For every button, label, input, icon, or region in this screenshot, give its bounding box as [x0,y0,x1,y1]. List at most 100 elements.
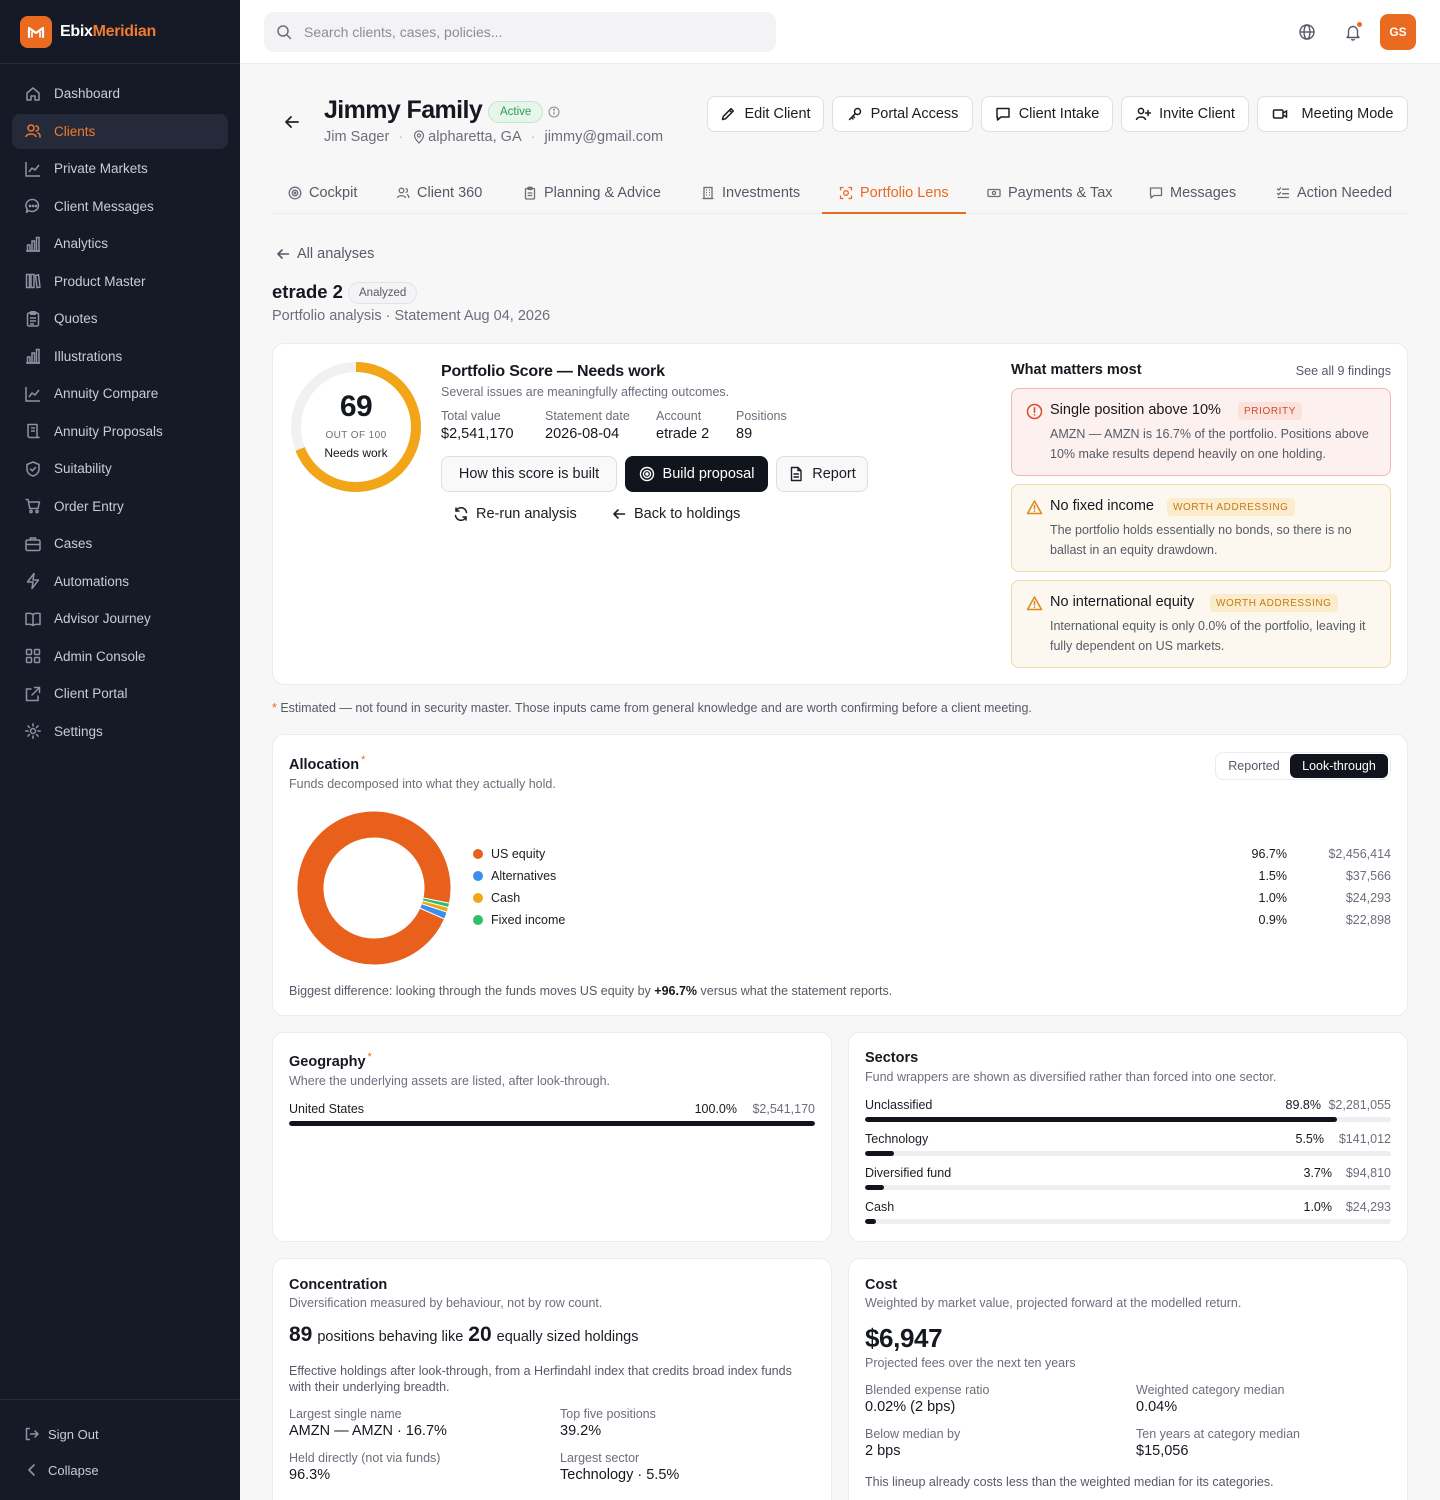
sidebar-item-label: Clients [54,123,96,139]
bar-amount: $24,293 [1345,1200,1391,1214]
allocation-view-toggle: Reported Look-through [1215,752,1391,780]
invite-client-label: Invite Client [1159,106,1235,122]
chat-icon [24,197,42,215]
tab-investments[interactable]: Investments [701,172,800,214]
stat-value: Technology · 5.5% [560,1467,680,1483]
tab-client-360[interactable]: Client 360 [396,172,482,214]
collapse-label: Collapse [48,1462,99,1478]
sidebar-item-label: Dashboard [54,86,121,101]
sidebar-item-settings[interactable]: Settings [12,714,228,749]
sidebar-item-admin-console[interactable]: Admin Console [12,639,228,674]
all-analyses-label: All analyses [297,246,375,262]
back-button[interactable] [280,110,304,134]
portal-access-button[interactable]: Portal Access [832,96,973,132]
report-label: Report [812,466,856,482]
client-location: alpharetta, GA [428,129,522,145]
search-input[interactable] [304,24,744,40]
build-proposal-button[interactable]: Build proposal [625,456,768,492]
invite-client-button[interactable]: Invite Client [1121,96,1249,132]
sign-out-button[interactable]: Sign Out [0,1416,240,1452]
map-pin-icon [414,130,425,144]
edit-client-button[interactable]: Edit Client [707,96,824,132]
target-icon [639,466,654,482]
finding-card-worth-addressing[interactable]: No international equity WORTH ADDRESSING… [1011,580,1391,668]
stat-value: 39.2% [560,1423,602,1439]
info-icon[interactable] [548,106,560,118]
finding-title: No international equity [1050,594,1195,610]
sidebar-item-product-master[interactable]: Product Master [12,264,228,299]
sidebar-item-label: Client Portal [54,686,128,701]
brand-name-b: Meridian [92,22,157,40]
sidebar-item-illustrations[interactable]: Illustrations [12,339,228,374]
finding-tag: WORTH ADDRESSING [1167,498,1295,516]
message-square-icon [1149,187,1163,199]
bar-track [865,1219,1391,1224]
stat-value: 89 [736,426,753,442]
see-all-findings-link[interactable]: See all 9 findings [1296,364,1391,378]
stat-account: Account etrade 2 [656,409,709,442]
tab-label: Payments & Tax [1008,185,1113,201]
scroll-icon [24,422,42,440]
client-email[interactable]: jimmy@gmail.com [544,129,663,145]
legend-label: Alternatives [491,869,557,883]
sidebar-item-automations[interactable]: Automations [12,564,228,599]
tab-planning-advice[interactable]: Planning & Advice [523,172,661,214]
avatar[interactable]: GS [1380,14,1416,50]
legend-row-cash: Cash 1.0% $24,293 [473,887,1391,909]
sidebar-item-order-entry[interactable]: Order Entry [12,489,228,524]
sidebar-item-annuity-proposals[interactable]: Annuity Proposals [12,414,228,449]
concentration-title: Concentration [289,1277,388,1293]
how-score-built-button[interactable]: How this score is built [441,456,617,492]
sidebar-item-client-messages[interactable]: Client Messages [12,189,228,224]
tab-cockpit[interactable]: Cockpit [288,172,357,214]
bar-fill [865,1219,876,1224]
globe-button[interactable] [1295,20,1319,44]
all-analyses-link[interactable]: All analyses [276,246,374,262]
list-checks-icon [1276,187,1290,199]
sidebar-item-private-markets[interactable]: Private Markets [12,151,228,186]
finding-card-priority[interactable]: Single position above 10% PRIORITY AMZN … [1011,388,1391,476]
sidebar-item-suitability[interactable]: Suitability [12,451,228,486]
geography-subtitle: Where the underlying assets are listed, … [289,1074,611,1088]
toggle-reported[interactable]: Reported [1218,754,1290,778]
meeting-mode-button[interactable]: Meeting Mode [1257,96,1408,132]
sector-row-diversified-fund: Diversified fund 3.7% $94,810 [865,1166,1391,1192]
brand[interactable]: EbixMeridian [0,0,240,64]
tab-payments-tax[interactable]: Payments & Tax [987,172,1113,214]
footnote-text: Estimated — not found in security master… [276,701,1032,715]
search-icon [276,24,292,40]
tab-portfolio-lens[interactable]: Portfolio Lens [839,172,949,214]
collapse-button[interactable]: Collapse [0,1452,240,1488]
toggle-look-through[interactable]: Look-through [1290,754,1388,778]
sidebar-item-label: Suitability [54,461,112,476]
sidebar-item-label: Settings [54,723,103,739]
slice-us-equity[interactable] [296,810,452,966]
search-box[interactable] [264,12,776,52]
sidebar-item-label: Product Master [54,273,146,289]
client-intake-button[interactable]: Client Intake [981,96,1113,132]
sidebar-item-cases[interactable]: Cases [12,526,228,561]
analysis-name: etrade 2 [272,281,343,302]
report-button[interactable]: Report [776,456,868,492]
chevron-left-icon [24,1462,40,1478]
tab-messages[interactable]: Messages [1149,172,1236,214]
sidebar-item-dashboard[interactable]: Dashboard [12,76,228,111]
finding-card-worth-addressing[interactable]: No fixed income WORTH ADDRESSING The por… [1011,484,1391,572]
rerun-analysis-button[interactable]: Re-run analysis [453,506,577,522]
back-to-holdings-button[interactable]: Back to holdings [611,506,740,522]
sidebar-item-analytics[interactable]: Analytics [12,226,228,261]
sidebar-item-advisor-journey[interactable]: Advisor Journey [12,601,228,636]
globe-icon [1299,24,1315,40]
notifications-button[interactable] [1341,20,1365,44]
allocation-donut-chart [296,810,452,966]
bar-label: United States [289,1102,365,1116]
sidebar-item-annuity-compare[interactable]: Annuity Compare [12,376,228,411]
sidebar-item-clients[interactable]: Clients [12,113,228,149]
sidebar-item-client-portal[interactable]: Client Portal [12,676,228,711]
tab-action-needed[interactable]: Action Needed [1276,172,1392,214]
bar-fill [865,1151,894,1156]
edit-client-label: Edit Client [744,106,811,122]
sidebar-item-label: Admin Console [54,648,146,664]
bar-percent: 1.0% [1303,1200,1333,1214]
sidebar-item-quotes[interactable]: Quotes [12,301,228,336]
